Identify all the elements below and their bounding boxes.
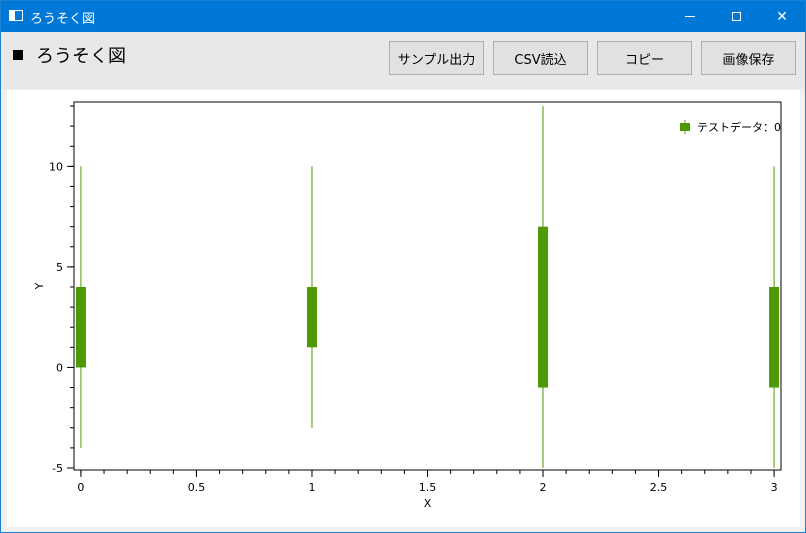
minimize-icon <box>685 16 695 17</box>
window-title: ろうそく図 <box>30 12 96 27</box>
maximize-button[interactable] <box>713 1 759 32</box>
x-tick-label: 0 <box>77 481 84 494</box>
toolbar: ろうそく図 サンプル出力 CSV読込 コピー 画像保存 <box>1 32 805 89</box>
x-tick-label: 1.5 <box>419 481 437 494</box>
y-tick-label: 5 <box>56 261 63 274</box>
app-window: ろうそく図 ✕ ろうそく図 サンプル出力 CSV読込 コピー 画像保存 0 0.5… <box>0 0 806 533</box>
y-tick-label: -5 <box>52 462 63 475</box>
page-title: ろうそく図 <box>36 46 126 67</box>
close-button[interactable]: ✕ <box>759 1 805 32</box>
page-heading: ろうそく図 <box>13 42 126 68</box>
save-image-button[interactable]: 画像保存 <box>701 41 796 75</box>
x-tick-label: 3 <box>771 481 778 494</box>
close-icon: ✕ <box>776 8 788 25</box>
square-bullet-icon <box>13 50 23 60</box>
sample-output-button[interactable]: サンプル出力 <box>389 41 484 75</box>
legend-body-marker <box>680 123 690 131</box>
minimize-button[interactable] <box>667 1 713 32</box>
app-icon <box>9 10 23 21</box>
candle-body[interactable] <box>75 287 86 368</box>
y-tick-label: 0 <box>56 361 63 374</box>
candle-body[interactable] <box>769 287 780 388</box>
x-tick-label: 2.5 <box>650 481 668 494</box>
legend-label: テストデータ：0 <box>697 120 781 134</box>
plot-frame <box>73 101 782 471</box>
csv-load-button[interactable]: CSV読込 <box>493 41 588 75</box>
x-tick-label: 0.5 <box>188 481 206 494</box>
y-axis-label: Y <box>33 282 46 290</box>
candle-body[interactable] <box>306 287 317 348</box>
copy-button[interactable]: コピー <box>597 41 692 75</box>
chart-area: 0 0.5 1 1.5 2 2.5 3 -5 0 5 10 X Y テストデータ：0 <box>7 90 800 527</box>
candle-body[interactable] <box>538 226 549 388</box>
y-tick-label: 10 <box>49 160 63 173</box>
x-tick-label: 1 <box>308 481 315 494</box>
x-tick-label: 2 <box>540 481 547 494</box>
candlestick-chart[interactable]: 0 0.5 1 1.5 2 2.5 3 -5 0 5 10 X Y テストデータ：0 <box>7 90 800 527</box>
x-axis-label: X <box>424 497 432 510</box>
title-bar[interactable]: ろうそく図 ✕ <box>1 1 805 32</box>
maximize-icon <box>731 12 741 21</box>
